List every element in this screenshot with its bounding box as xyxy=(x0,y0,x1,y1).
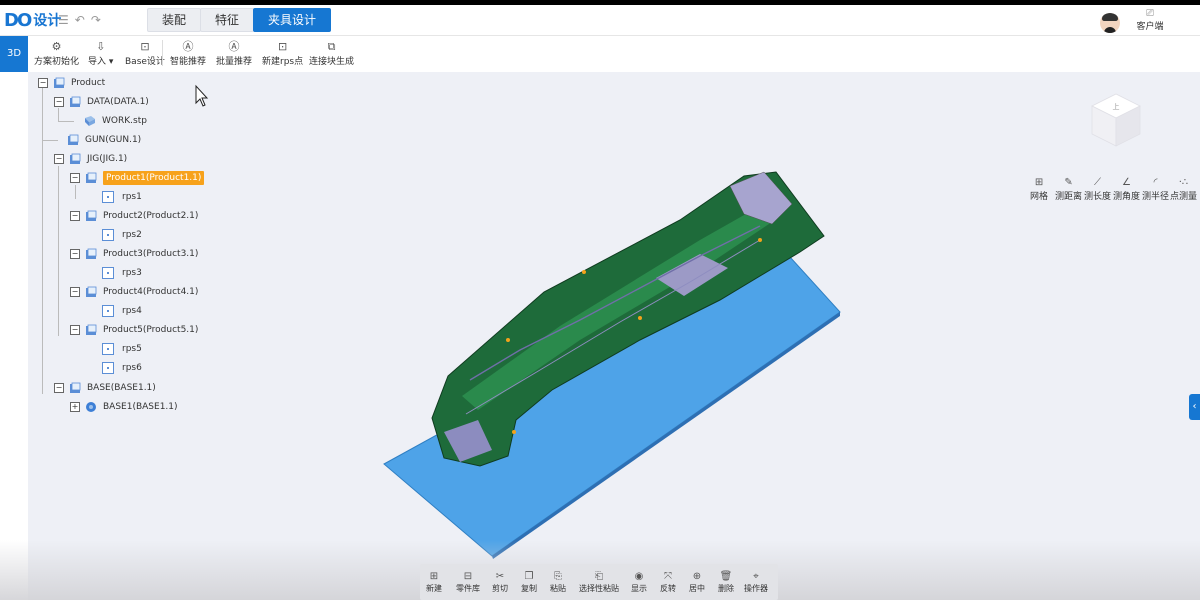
bottom-center[interactable]: ⊕ 居中 xyxy=(689,570,705,594)
grid-icon: ⊞ xyxy=(1034,177,1044,188)
delete-icon: 🗑 xyxy=(719,571,733,582)
assembly-icon xyxy=(86,248,97,259)
tree-node-rps1[interactable]: rps1 xyxy=(102,190,142,204)
assembly-icon xyxy=(86,324,97,335)
bottom-paste[interactable]: ⎘ 粘贴 xyxy=(550,570,566,594)
measure-angle[interactable]: ∠ 测角度 xyxy=(1113,176,1140,202)
part-icon xyxy=(85,116,95,126)
assembly-icon xyxy=(70,153,81,164)
expand-toggle[interactable]: + xyxy=(70,402,80,412)
tree-line xyxy=(58,121,74,122)
part-library-icon: ⊟ xyxy=(463,571,473,582)
measure-distance[interactable]: ✎ 测距离 xyxy=(1055,176,1082,202)
measure-length-icon: ⟋ xyxy=(1094,177,1101,188)
tree-node-jig[interactable]: − JIG(JIG.1) xyxy=(54,152,127,166)
rps-marker[interactable] xyxy=(506,338,510,342)
bottom-copy[interactable]: ❐ 复制 xyxy=(521,570,537,594)
tree-node-product3[interactable]: − Product3(Product3.1) xyxy=(70,247,198,261)
paste-icon: ⎘ xyxy=(554,571,562,582)
tree-node-rps3[interactable]: rps3 xyxy=(102,266,142,280)
tree-node-product4[interactable]: − Product4(Product4.1) xyxy=(70,285,198,299)
measure-grid[interactable]: ⊞ 网格 xyxy=(1030,176,1048,202)
rps-point-icon xyxy=(102,343,114,355)
center-icon: ⊕ xyxy=(692,571,702,582)
rps-point-icon xyxy=(102,229,114,241)
collapse-toggle[interactable]: − xyxy=(70,211,80,221)
tree-node-base[interactable]: − BASE(BASE1.1) xyxy=(54,381,156,395)
tree-line xyxy=(42,84,43,394)
selected-node-label: Product1(Product1.1) xyxy=(103,171,205,185)
tree-node-rps4[interactable]: rps4 xyxy=(102,304,142,318)
copy-icon: ❐ xyxy=(524,571,534,582)
new-icon: ⊞ xyxy=(429,571,439,582)
bottom-new[interactable]: ⊞ 新建 xyxy=(426,570,442,594)
tree-node-rps2[interactable]: rps2 xyxy=(102,228,142,242)
assembly-icon xyxy=(70,96,81,107)
measure-radius-icon: ◜ xyxy=(1153,177,1158,188)
measure-radius[interactable]: ◜ 测半径 xyxy=(1142,176,1169,202)
manipulator-icon: ⌖ xyxy=(753,571,759,582)
collapse-toggle[interactable]: − xyxy=(54,154,64,164)
assembly-icon xyxy=(54,77,65,88)
measure-distance-icon: ✎ xyxy=(1064,177,1073,188)
tree-line xyxy=(75,185,76,199)
measure-length[interactable]: ⟋ 测长度 xyxy=(1084,176,1111,202)
tree-line xyxy=(58,166,59,336)
collapse-toggle[interactable]: − xyxy=(70,325,80,335)
rps-point-icon xyxy=(102,362,114,374)
rps-point-icon xyxy=(102,305,114,317)
bottom-flip[interactable]: ⤧ 反转 xyxy=(660,570,676,594)
tree-line xyxy=(58,108,59,122)
tree-node-rps6[interactable]: rps6 xyxy=(102,361,142,375)
paste-special-icon: ⎗ xyxy=(595,571,603,582)
chevron-left-icon: ‹ xyxy=(1192,401,1197,412)
bottom-show[interactable]: ◉ 显示 xyxy=(631,570,647,594)
view-cube-face-label: 上 xyxy=(1113,102,1120,111)
assembly-icon xyxy=(68,134,79,145)
tree-node-product1[interactable]: − Product1(Product1.1) xyxy=(70,171,205,185)
assembly-icon xyxy=(70,382,81,393)
right-panel-toggle[interactable]: ‹ xyxy=(1189,394,1200,420)
tree-node-gun[interactable]: GUN(GUN.1) xyxy=(67,133,141,147)
assembly-icon xyxy=(86,172,97,183)
show-icon: ◉ xyxy=(634,571,644,582)
collapse-toggle[interactable]: − xyxy=(38,78,48,88)
view-cube[interactable]: 上 xyxy=(1088,92,1144,148)
tree-node-product2[interactable]: − Product2(Product2.1) xyxy=(70,209,198,223)
collapse-toggle[interactable]: − xyxy=(70,287,80,297)
tree-node-base1[interactable]: + BASE1(BASE1.1) xyxy=(70,400,178,414)
tree-node-rps5[interactable]: rps5 xyxy=(102,342,142,356)
measure-angle-icon: ∠ xyxy=(1122,177,1131,188)
collapse-toggle[interactable]: − xyxy=(70,249,80,259)
point-measure-icon: ·∴ xyxy=(1178,177,1189,188)
cut-icon: ✂ xyxy=(495,571,505,582)
rps-marker[interactable] xyxy=(758,238,762,242)
measure-point[interactable]: ·∴ 点测量 xyxy=(1170,176,1197,202)
model-tree: − Product − DATA(DATA.1) WORK.stp GUN(GUN.… xyxy=(30,72,350,432)
flip-icon: ⤧ xyxy=(664,571,672,582)
bottom-part-library[interactable]: ⊟ 零件库 xyxy=(456,570,480,594)
assembly-icon xyxy=(86,210,97,221)
collapse-toggle[interactable]: − xyxy=(54,383,64,393)
rps-marker[interactable] xyxy=(512,430,516,434)
tree-node-data[interactable]: − DATA(DATA.1) xyxy=(54,95,149,109)
rps-marker[interactable] xyxy=(582,270,586,274)
rps-point-icon xyxy=(102,191,114,203)
assembly-icon xyxy=(86,286,97,297)
tree-line xyxy=(42,140,58,141)
bottom-paste-special[interactable]: ⎗ 选择性粘贴 xyxy=(579,570,619,594)
tree-node-product5[interactable]: − Product5(Product5.1) xyxy=(70,323,198,337)
bottom-manipulator[interactable]: ⌖ 操作器 xyxy=(744,570,768,594)
collapse-toggle[interactable]: − xyxy=(70,173,80,183)
bottom-delete[interactable]: 🗑 删除 xyxy=(718,570,734,594)
rps-marker[interactable] xyxy=(638,316,642,320)
rps-point-icon xyxy=(102,267,114,279)
tree-node-work[interactable]: WORK.stp xyxy=(84,114,147,128)
bottom-cut[interactable]: ✂ 剪切 xyxy=(492,570,508,594)
collapse-toggle[interactable]: − xyxy=(54,97,64,107)
tree-node-product[interactable]: − Product xyxy=(38,76,105,90)
gear-part-icon xyxy=(86,402,96,412)
